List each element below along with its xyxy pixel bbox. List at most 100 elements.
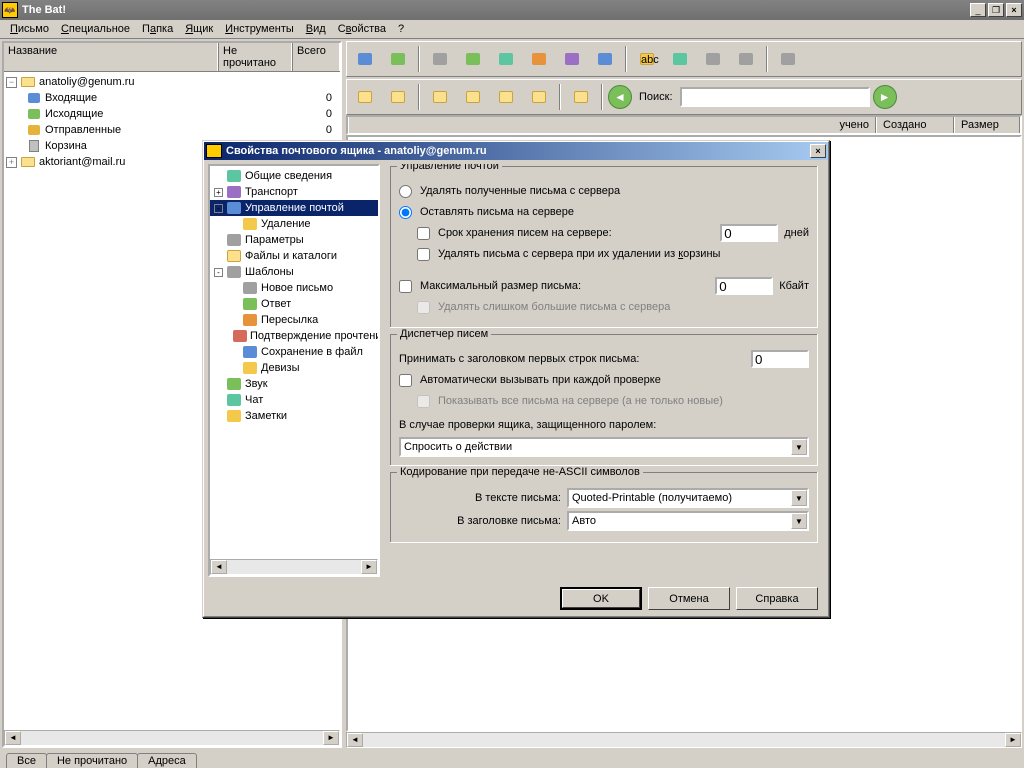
dialog-titlebar[interactable]: Свойства почтового ящика - anatoliy@genu… [204, 142, 828, 160]
folder-inbox[interactable]: Входящие 0 [6, 90, 338, 106]
account-row[interactable]: − anatoliy@genum.ru [6, 74, 338, 90]
dialog-tree-item[interactable]: Пересылка [210, 312, 378, 328]
search-input[interactable] [680, 87, 870, 107]
tool-btn-e[interactable] [491, 83, 521, 111]
tool-btn-d[interactable] [458, 83, 488, 111]
dialog-tree-item[interactable]: Новое письмо [210, 280, 378, 296]
minimize-button[interactable]: _ [970, 3, 986, 17]
dialog-tree-item[interactable]: Девизы [210, 360, 378, 376]
cancel-button[interactable]: Отмена [648, 587, 730, 610]
reply-button[interactable] [458, 45, 488, 73]
header-lines-input[interactable] [751, 350, 809, 368]
expand-toggle[interactable]: + [6, 157, 17, 168]
header-encoding-combo[interactable]: Авто ▼ [567, 511, 809, 531]
ok-button[interactable]: OK [560, 587, 642, 610]
scroll-left-icon[interactable]: ◄ [347, 733, 363, 747]
scroll-left-icon[interactable]: ◄ [5, 731, 21, 745]
dialog-tree-item[interactable]: Удаление [210, 216, 378, 232]
scroll-right-icon[interactable]: ► [1005, 733, 1021, 747]
dialog-tree-item[interactable]: Подтверждение прочтения [210, 328, 378, 344]
expand-toggle[interactable]: + [214, 188, 223, 197]
delete-button[interactable] [773, 45, 803, 73]
dialog-tree-item[interactable]: Заметки [210, 408, 378, 424]
col-received[interactable]: учено [348, 117, 876, 133]
chevron-down-icon[interactable]: ▼ [791, 513, 807, 529]
tree-node-label: Параметры [245, 234, 304, 246]
dialog-tree-item[interactable]: Сохранение в файл [210, 344, 378, 360]
radio-delete-from-server[interactable]: Удалять полученные письма с сервера [399, 185, 620, 198]
menu-help[interactable]: ? [392, 21, 410, 37]
col-created[interactable]: Создано [876, 117, 954, 133]
menu-folder[interactable]: Папка [136, 21, 179, 37]
help-button[interactable]: Справка [736, 587, 818, 610]
tab-addresses[interactable]: Адреса [137, 753, 197, 768]
menu-mailbox[interactable]: Ящик [179, 21, 219, 37]
folder-hscroll[interactable]: ◄ ► [4, 730, 340, 746]
tree-node-label: Общие сведения [245, 170, 332, 182]
scroll-left-icon[interactable]: ◄ [211, 560, 227, 574]
send-mail-button[interactable] [383, 45, 413, 73]
dialog-tree-item[interactable]: -Управление почтой [210, 200, 378, 216]
menu-special[interactable]: Специальное [55, 21, 136, 37]
spell-check-button[interactable]: abc [632, 45, 662, 73]
dialog-tree-item[interactable]: Параметры [210, 232, 378, 248]
tab-all[interactable]: Все [6, 753, 47, 768]
chk-keep-days[interactable]: Срок хранения писем на сервере: [417, 227, 612, 240]
col-unread[interactable]: Не прочитано [218, 43, 292, 71]
receive-mail-button[interactable] [350, 45, 380, 73]
new-message-button[interactable] [425, 45, 455, 73]
dialog-tree-item[interactable]: -Шаблоны [210, 264, 378, 280]
nav-prev-button[interactable]: ◄ [608, 85, 632, 109]
col-total[interactable]: Всего [292, 43, 340, 71]
dialog-tree-hscroll[interactable]: ◄ ► [210, 559, 378, 575]
menu-letter[interactable]: Письмо [4, 21, 55, 37]
dialog-tree-item[interactable]: Файлы и каталоги [210, 248, 378, 264]
reply-all-button[interactable] [491, 45, 521, 73]
password-action-combo[interactable]: Спросить о действии ▼ [399, 437, 809, 457]
radio-keep-on-server[interactable]: Оставлять письма на сервере [399, 206, 574, 219]
size-input[interactable] [715, 277, 773, 295]
tool-btn-a[interactable] [350, 83, 380, 111]
chevron-down-icon[interactable]: ▼ [791, 439, 807, 455]
tool-btn-c[interactable] [425, 83, 455, 111]
expand-toggle[interactable]: - [214, 268, 223, 277]
dialog-tree-item[interactable]: Общие сведения [210, 168, 378, 184]
forward-button[interactable] [524, 45, 554, 73]
tool-btn-b[interactable] [383, 83, 413, 111]
chk-auto-call[interactable]: Автоматически вызывать при каждой провер… [399, 374, 661, 387]
redirect-button[interactable] [557, 45, 587, 73]
menu-properties[interactable]: Свойства [332, 21, 392, 37]
dialog-tree-item[interactable]: +Транспорт [210, 184, 378, 200]
chk-delete-when-trash[interactable]: Удалять письма с сервера при их удалении… [417, 248, 720, 261]
dialog-tree-item[interactable]: Чат [210, 392, 378, 408]
tool-btn-f[interactable] [524, 83, 554, 111]
folder-outbox[interactable]: Исходящие 0 [6, 106, 338, 122]
chevron-down-icon[interactable]: ▼ [791, 490, 807, 506]
mark-read-button[interactable] [590, 45, 620, 73]
tool-btn-g[interactable] [566, 83, 596, 111]
dialog-tree-item[interactable]: Ответ [210, 296, 378, 312]
menu-tools[interactable]: Инструменты [219, 21, 300, 37]
expand-toggle[interactable]: − [6, 77, 17, 88]
body-encoding-combo[interactable]: Quoted-Printable (получитаемо) ▼ [567, 488, 809, 508]
dialog-nav-tree[interactable]: Общие сведения +Транспорт-Управление почт… [208, 164, 380, 577]
col-size[interactable]: Размер [954, 117, 1020, 133]
folder-sent[interactable]: Отправленные 0 [6, 122, 338, 138]
address-book-button[interactable] [665, 45, 695, 73]
maximize-button[interactable]: ❐ [988, 3, 1004, 17]
expand-toggle[interactable]: - [214, 204, 223, 213]
col-name[interactable]: Название [4, 43, 218, 71]
print-button[interactable] [731, 45, 761, 73]
dialog-close-button[interactable]: × [810, 144, 826, 158]
view-button[interactable] [698, 45, 728, 73]
close-button[interactable]: × [1006, 3, 1022, 17]
scroll-right-icon[interactable]: ► [323, 731, 339, 745]
chk-max-size[interactable]: Максимальный размер письма: [399, 280, 581, 293]
dialog-tree-item[interactable]: Звук [210, 376, 378, 392]
days-input[interactable] [720, 224, 778, 242]
list-hscroll[interactable]: ◄ ► [346, 732, 1022, 748]
tab-unread[interactable]: Не прочитано [46, 753, 138, 768]
menu-view[interactable]: Вид [300, 21, 332, 37]
nav-next-button[interactable]: ► [873, 85, 897, 109]
scroll-right-icon[interactable]: ► [361, 560, 377, 574]
